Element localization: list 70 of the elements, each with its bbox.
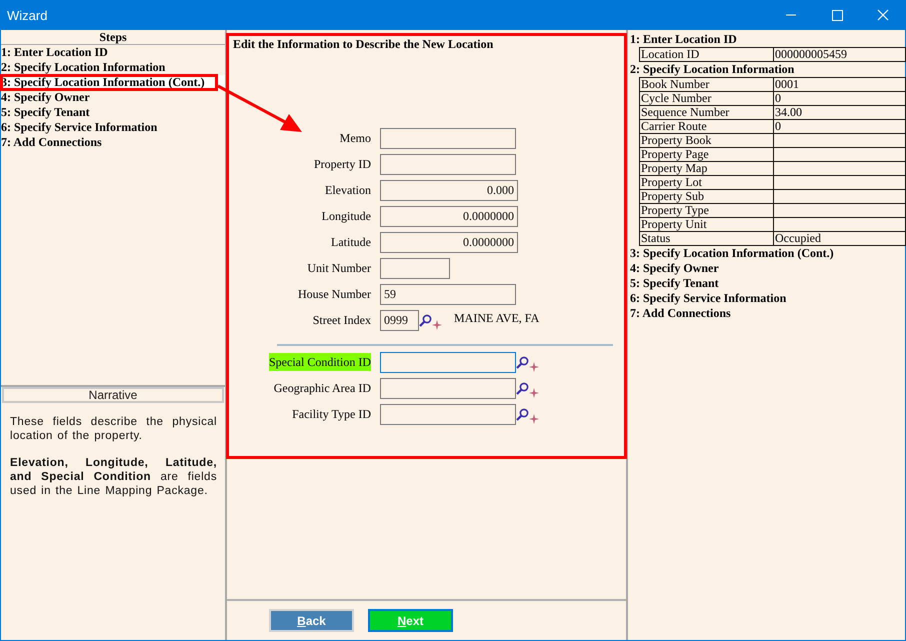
search-icon[interactable] [516, 408, 529, 421]
sparkle-icon[interactable] [529, 362, 539, 372]
table-cell: Property Lot [640, 176, 774, 190]
step-item[interactable]: 2: Specify Location Information [1, 60, 225, 75]
window-title: Wizard [6, 8, 48, 22]
step-item[interactable]: 7: Add Connections [1, 135, 225, 150]
input-field[interactable]: 0999 [380, 310, 419, 331]
table-cell: Sequence Number [640, 106, 774, 120]
narrative-text: Elevation, Longitude, Latitude, and Special Condition are fields used in the Line Mapping Package. [10, 456, 217, 498]
table-cell: 0001 [774, 78, 906, 92]
section-title: 5: Specify Tenant [630, 276, 720, 291]
panel-title: Steps [1, 30, 225, 45]
table-cell: 34.00 [774, 106, 906, 120]
field-label: Geographic Area ID [274, 380, 371, 397]
table-cell: Status [640, 232, 774, 246]
section-title: 2: Specify Location Information [630, 62, 796, 77]
table-cell: Book Number [640, 78, 774, 92]
field-label: Unit Number [307, 260, 371, 277]
field-label: Latitude [331, 234, 371, 251]
step-item[interactable]: 5: Specify Tenant [1, 105, 225, 120]
table-cell: 000000005459 [774, 48, 906, 62]
sparkle-icon[interactable] [529, 414, 539, 424]
step-item[interactable]: 1: Enter Location ID [1, 45, 225, 60]
section-title: 4: Specify Owner [630, 261, 720, 276]
section-title: 7: Add Connections [630, 306, 732, 321]
sparkle-icon[interactable] [529, 388, 539, 398]
table-cell: Location ID [640, 48, 774, 62]
table-cell: Property Sub [640, 190, 774, 204]
input-field[interactable] [380, 258, 450, 279]
input-field[interactable] [380, 352, 516, 373]
field-label: House Number [298, 286, 371, 303]
field-label: Property ID [314, 156, 371, 173]
field-label: Elevation [325, 182, 371, 199]
table-cell: 0 [774, 120, 906, 134]
step-item[interactable]: 6: Specify Service Information [1, 120, 225, 135]
input-field[interactable] [380, 378, 516, 399]
input-field[interactable] [380, 154, 516, 175]
panel-title: Narrative [2, 387, 224, 403]
table-cell: Carrier Route [640, 120, 774, 134]
field-label: Street Index [312, 312, 371, 329]
search-icon[interactable] [516, 382, 529, 395]
sparkle-icon[interactable] [432, 320, 442, 330]
table-cell: Property Page [640, 148, 774, 162]
field-label: Facility Type ID [292, 406, 371, 423]
table-cell: Occupied [774, 232, 906, 246]
table-cell: 0 [774, 92, 906, 106]
input-field[interactable]: 59 [380, 284, 516, 305]
narrative-text: These fields describe the physical location of the property. [10, 415, 217, 443]
input-field[interactable]: 0.0000000 [380, 206, 518, 227]
input-field[interactable]: 0.000 [380, 180, 518, 201]
field-label: Special Condition ID [269, 353, 371, 371]
input-field[interactable] [380, 128, 516, 149]
table-cell: Property Unit [640, 218, 774, 232]
search-icon[interactable] [516, 356, 529, 369]
section-title: 3: Specify Location Information (Cont.) [630, 246, 835, 261]
search-icon[interactable] [419, 314, 432, 327]
field-label: Longitude [322, 208, 371, 225]
table-cell: Property Map [640, 162, 774, 176]
step-item[interactable]: 4: Specify Owner [1, 90, 225, 105]
input-field[interactable] [380, 404, 516, 425]
table-cell: Cycle Number [640, 92, 774, 106]
input-field[interactable]: 0.0000000 [380, 232, 518, 253]
back-button[interactable]: Back [269, 609, 354, 632]
section-title: 6: Specify Service Information [630, 291, 788, 306]
table-cell: Property Type [640, 204, 774, 218]
field-label: Memo [340, 130, 371, 147]
form-heading: Edit the Information to Describe the New Location [233, 37, 494, 52]
section-title: 1: Enter Location ID [630, 32, 738, 47]
table-cell: Property Book [640, 134, 774, 148]
street-name: MAINE AVE, FA [454, 311, 540, 326]
